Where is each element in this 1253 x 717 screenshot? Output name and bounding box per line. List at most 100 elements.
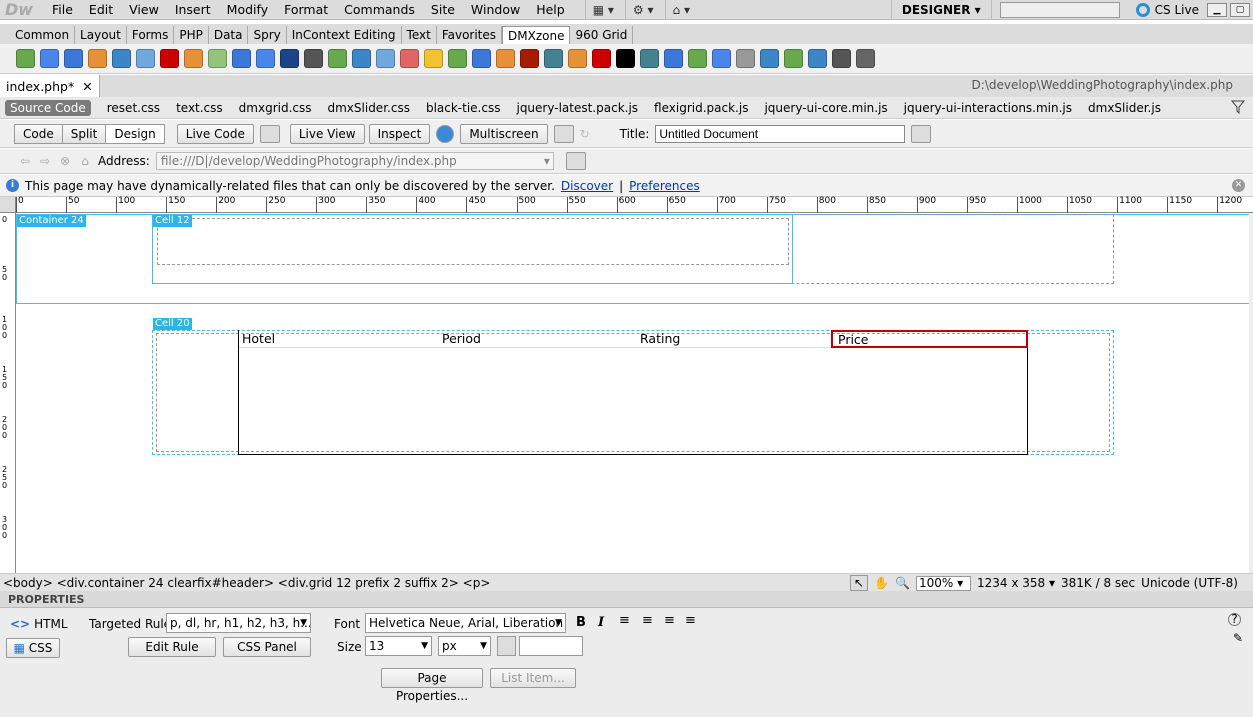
- tab-favorites[interactable]: Favorites: [437, 26, 503, 44]
- column-header-price[interactable]: Price: [831, 330, 1028, 348]
- paragraph-box[interactable]: [157, 218, 789, 265]
- restore-button[interactable]: ▢: [1230, 3, 1250, 17]
- insert-tool-icon[interactable]: [424, 49, 443, 68]
- insert-tool-icon[interactable]: [736, 49, 755, 68]
- color-picker[interactable]: [497, 636, 516, 656]
- zoom-select[interactable]: 100% ▾: [916, 575, 971, 591]
- insert-tool-icon[interactable]: [88, 49, 107, 68]
- align-left-icon[interactable]: ≡: [619, 613, 630, 628]
- cs-live-button[interactable]: CS Live: [1128, 3, 1207, 17]
- tag-selector[interactable]: <body> <div.container 24 clearfix#header…: [3, 576, 490, 590]
- multiscreen-button[interactable]: Multiscreen: [460, 123, 548, 144]
- insert-tool-icon[interactable]: [448, 49, 467, 68]
- insert-tool-icon[interactable]: [328, 49, 347, 68]
- data-grid[interactable]: Hotel Period Rating Price: [238, 330, 1028, 455]
- insert-tool-icon[interactable]: [64, 49, 83, 68]
- column-header-period[interactable]: Period: [439, 330, 637, 348]
- close-icon[interactable]: ✕: [1232, 179, 1245, 192]
- unit-select[interactable]: px ▼: [438, 636, 491, 656]
- related-file[interactable]: jquery-ui-core.min.js: [764, 101, 887, 115]
- insert-tool-icon[interactable]: [808, 49, 827, 68]
- menu-view[interactable]: View: [121, 2, 167, 17]
- source-code-button[interactable]: Source Code: [5, 99, 91, 116]
- gear-icon[interactable]: ⚙ ▾: [624, 0, 661, 20]
- code-view-button[interactable]: Code: [14, 123, 63, 144]
- hand-tool-icon[interactable]: ✋: [874, 576, 889, 590]
- live-code-button[interactable]: Live Code: [176, 123, 254, 144]
- insert-tool-icon[interactable]: [304, 49, 323, 68]
- insert-tool-icon[interactable]: [496, 49, 515, 68]
- insert-tool-icon[interactable]: [376, 49, 395, 68]
- filter-icon[interactable]: [1231, 100, 1245, 114]
- css-mode-button[interactable]: ▦ CSS: [6, 638, 60, 658]
- tab-layout[interactable]: Layout: [75, 26, 127, 44]
- select-tool-icon[interactable]: ↖: [850, 575, 869, 591]
- menu-site[interactable]: Site: [423, 2, 463, 17]
- edit-rule-button[interactable]: Edit Rule: [128, 637, 216, 657]
- help-icon[interactable]: ?: [1228, 613, 1241, 626]
- quick-tag-editor-icon[interactable]: ✎: [1233, 631, 1243, 645]
- home-icon[interactable]: ⌂: [78, 154, 92, 168]
- italic-button[interactable]: I: [598, 615, 604, 630]
- insert-tool-icon[interactable]: [400, 49, 419, 68]
- column-header-hotel[interactable]: Hotel: [239, 330, 439, 348]
- zoom-tool-icon[interactable]: 🔍: [895, 576, 910, 590]
- menu-file[interactable]: File: [44, 2, 81, 17]
- menu-edit[interactable]: Edit: [81, 2, 121, 17]
- menu-window[interactable]: Window: [463, 2, 528, 17]
- back-icon[interactable]: ⇦: [18, 154, 32, 168]
- insert-tool-icon[interactable]: [352, 49, 371, 68]
- globe-icon[interactable]: [436, 124, 455, 143]
- align-right-icon[interactable]: ≡: [664, 613, 675, 628]
- related-file[interactable]: dmxSlider.css: [328, 101, 410, 115]
- title-input[interactable]: Untitled Document: [655, 124, 906, 143]
- related-file[interactable]: black-tie.css: [426, 101, 501, 115]
- related-file[interactable]: text.css: [176, 101, 223, 115]
- stop-icon[interactable]: ⊗: [58, 154, 72, 168]
- split-view-button[interactable]: Split: [61, 123, 107, 144]
- inspect-button[interactable]: Inspect: [368, 123, 431, 144]
- insert-tool-icon[interactable]: [160, 49, 179, 68]
- visual-aids-icon[interactable]: [553, 124, 574, 143]
- related-file[interactable]: dmxgrid.css: [239, 101, 312, 115]
- address-input[interactable]: file:///D|/develop/WeddingPhotography/in…: [155, 152, 554, 170]
- related-file[interactable]: reset.css: [107, 101, 160, 115]
- insert-tool-icon[interactable]: [832, 49, 851, 68]
- insert-tool-icon[interactable]: [208, 49, 227, 68]
- tab-text[interactable]: Text: [402, 26, 437, 44]
- menu-format[interactable]: Format: [276, 2, 336, 17]
- size-select[interactable]: 13 ▼: [365, 636, 432, 656]
- forward-icon[interactable]: ⇨: [38, 154, 52, 168]
- preferences-link[interactable]: Preferences: [629, 179, 700, 193]
- close-icon[interactable]: ✕: [82, 79, 92, 94]
- menu-modify[interactable]: Modify: [219, 2, 276, 17]
- tab-common[interactable]: Common: [10, 26, 76, 44]
- check-browser-icon[interactable]: [259, 124, 280, 143]
- insert-tool-icon[interactable]: [136, 49, 155, 68]
- insert-tool-icon[interactable]: [40, 49, 59, 68]
- insert-tool-icon[interactable]: [544, 49, 563, 68]
- tab-960-grid[interactable]: 960 Grid: [570, 26, 634, 44]
- browser-options-icon[interactable]: [565, 152, 586, 170]
- window-size[interactable]: 1234 x 358 ▾: [977, 576, 1055, 590]
- insert-tool-icon[interactable]: [184, 49, 203, 68]
- menu-help[interactable]: Help: [528, 2, 573, 17]
- refresh-icon[interactable]: ↻: [580, 127, 590, 141]
- related-file[interactable]: flexigrid.pack.js: [654, 101, 748, 115]
- insert-tool-icon[interactable]: [712, 49, 731, 68]
- bold-button[interactable]: B: [576, 615, 586, 630]
- ruler-origin[interactable]: [0, 197, 16, 213]
- insert-tool-icon[interactable]: [568, 49, 587, 68]
- insert-tool-icon[interactable]: [472, 49, 491, 68]
- tab-forms[interactable]: Forms: [127, 26, 175, 44]
- insert-tool-icon[interactable]: [688, 49, 707, 68]
- insert-tool-icon[interactable]: [520, 49, 539, 68]
- css-panel-button[interactable]: CSS Panel: [223, 637, 311, 657]
- discover-link[interactable]: Discover: [561, 179, 613, 193]
- tab-php[interactable]: PHP: [174, 26, 209, 44]
- align-center-icon[interactable]: ≡: [642, 613, 653, 628]
- justify-icon[interactable]: ≡: [685, 613, 696, 628]
- layout-icon[interactable]: ▦ ▾: [584, 0, 621, 20]
- insert-tool-icon[interactable]: [664, 49, 683, 68]
- insert-tool-icon[interactable]: [256, 49, 275, 68]
